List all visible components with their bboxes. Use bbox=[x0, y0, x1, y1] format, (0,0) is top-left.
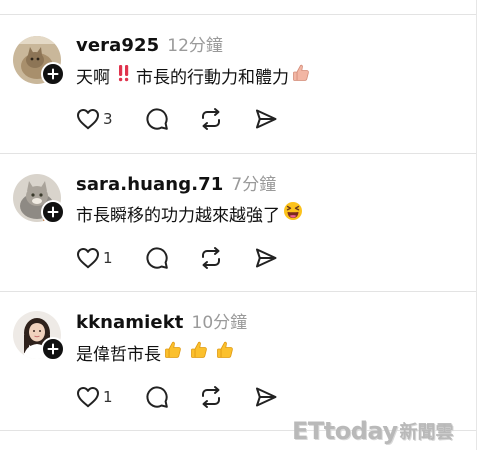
share-button[interactable] bbox=[254, 243, 278, 273]
timestamp[interactable]: 12分鐘 bbox=[167, 31, 223, 56]
post-text: 是偉哲市長 bbox=[76, 339, 235, 365]
divider bbox=[0, 14, 476, 15]
comment-icon bbox=[146, 386, 168, 408]
avatar[interactable] bbox=[13, 174, 65, 224]
post-text-end: 市長的行動力和體力 bbox=[136, 67, 289, 88]
action-bar: 3 bbox=[76, 104, 296, 134]
like-count: 3 bbox=[103, 110, 113, 128]
thumbs-up-icon bbox=[291, 63, 311, 88]
username[interactable]: vera925 bbox=[76, 35, 159, 56]
repost-icon bbox=[202, 108, 220, 130]
like-count: 1 bbox=[103, 249, 113, 267]
repost-icon bbox=[202, 247, 220, 269]
post-meta: vera925 12分鐘 bbox=[76, 31, 223, 57]
share-icon bbox=[256, 109, 277, 129]
repost-button[interactable] bbox=[199, 382, 223, 412]
follow-button[interactable] bbox=[41, 62, 65, 86]
ettoday-watermark: ETtoday 新聞雲 bbox=[292, 416, 454, 446]
divider bbox=[0, 153, 476, 154]
plus-icon bbox=[47, 343, 59, 355]
username[interactable]: sara.huang.71 bbox=[76, 174, 223, 195]
follow-button[interactable] bbox=[41, 200, 65, 224]
post-text-start: 天啊 bbox=[76, 67, 110, 88]
repost-button[interactable] bbox=[199, 243, 223, 273]
post-text-content: 市長瞬移的功力越來越強了 bbox=[76, 205, 280, 226]
divider bbox=[0, 291, 476, 292]
share-icon bbox=[256, 248, 277, 268]
share-icon bbox=[256, 387, 277, 407]
watermark-main: ETtoday bbox=[292, 417, 398, 445]
thumbs-up-icon bbox=[163, 340, 183, 365]
timestamp[interactable]: 7分鐘 bbox=[231, 170, 276, 195]
repost-icon bbox=[202, 386, 220, 408]
grinning-squinting-face-icon bbox=[283, 201, 303, 226]
heart-icon bbox=[77, 248, 99, 269]
plus-icon bbox=[47, 68, 59, 80]
thumbs-up-icon bbox=[189, 340, 209, 365]
post-text: 天啊 市長的行動力和體力 bbox=[76, 62, 311, 88]
like-button[interactable]: 3 bbox=[76, 104, 113, 134]
post-text: 市長瞬移的功力越來越強了 bbox=[76, 200, 303, 226]
timestamp[interactable]: 10分鐘 bbox=[192, 308, 248, 333]
avatar[interactable] bbox=[13, 36, 65, 86]
share-button[interactable] bbox=[254, 382, 278, 412]
comment-icon bbox=[146, 247, 168, 269]
plus-icon bbox=[47, 206, 59, 218]
comment-icon bbox=[146, 108, 168, 130]
post-meta: sara.huang.71 7分鐘 bbox=[76, 170, 276, 196]
heart-icon bbox=[77, 387, 99, 408]
double-exclamation-icon bbox=[118, 64, 130, 87]
username[interactable]: kknamiekt bbox=[76, 312, 184, 333]
avatar[interactable] bbox=[13, 311, 65, 361]
post-text-content: 是偉哲市長 bbox=[76, 344, 161, 365]
action-bar: 1 bbox=[76, 382, 296, 412]
like-button[interactable]: 1 bbox=[76, 243, 113, 273]
like-button[interactable]: 1 bbox=[76, 382, 113, 412]
repost-button[interactable] bbox=[199, 104, 223, 134]
thread-feed: vera925 12分鐘 天啊 市長的行動力和體力 3 sara.huang.7… bbox=[0, 0, 477, 450]
comment-button[interactable] bbox=[145, 382, 169, 412]
comment-button[interactable] bbox=[145, 104, 169, 134]
watermark-sub: 新聞雲 bbox=[399, 422, 454, 443]
follow-button[interactable] bbox=[41, 337, 65, 361]
action-bar: 1 bbox=[76, 243, 296, 273]
share-button[interactable] bbox=[254, 104, 278, 134]
thumbs-up-icon bbox=[215, 340, 235, 365]
comment-button[interactable] bbox=[145, 243, 169, 273]
post-meta: kknamiekt 10分鐘 bbox=[76, 308, 247, 334]
like-count: 1 bbox=[103, 388, 113, 406]
heart-icon bbox=[77, 109, 99, 130]
